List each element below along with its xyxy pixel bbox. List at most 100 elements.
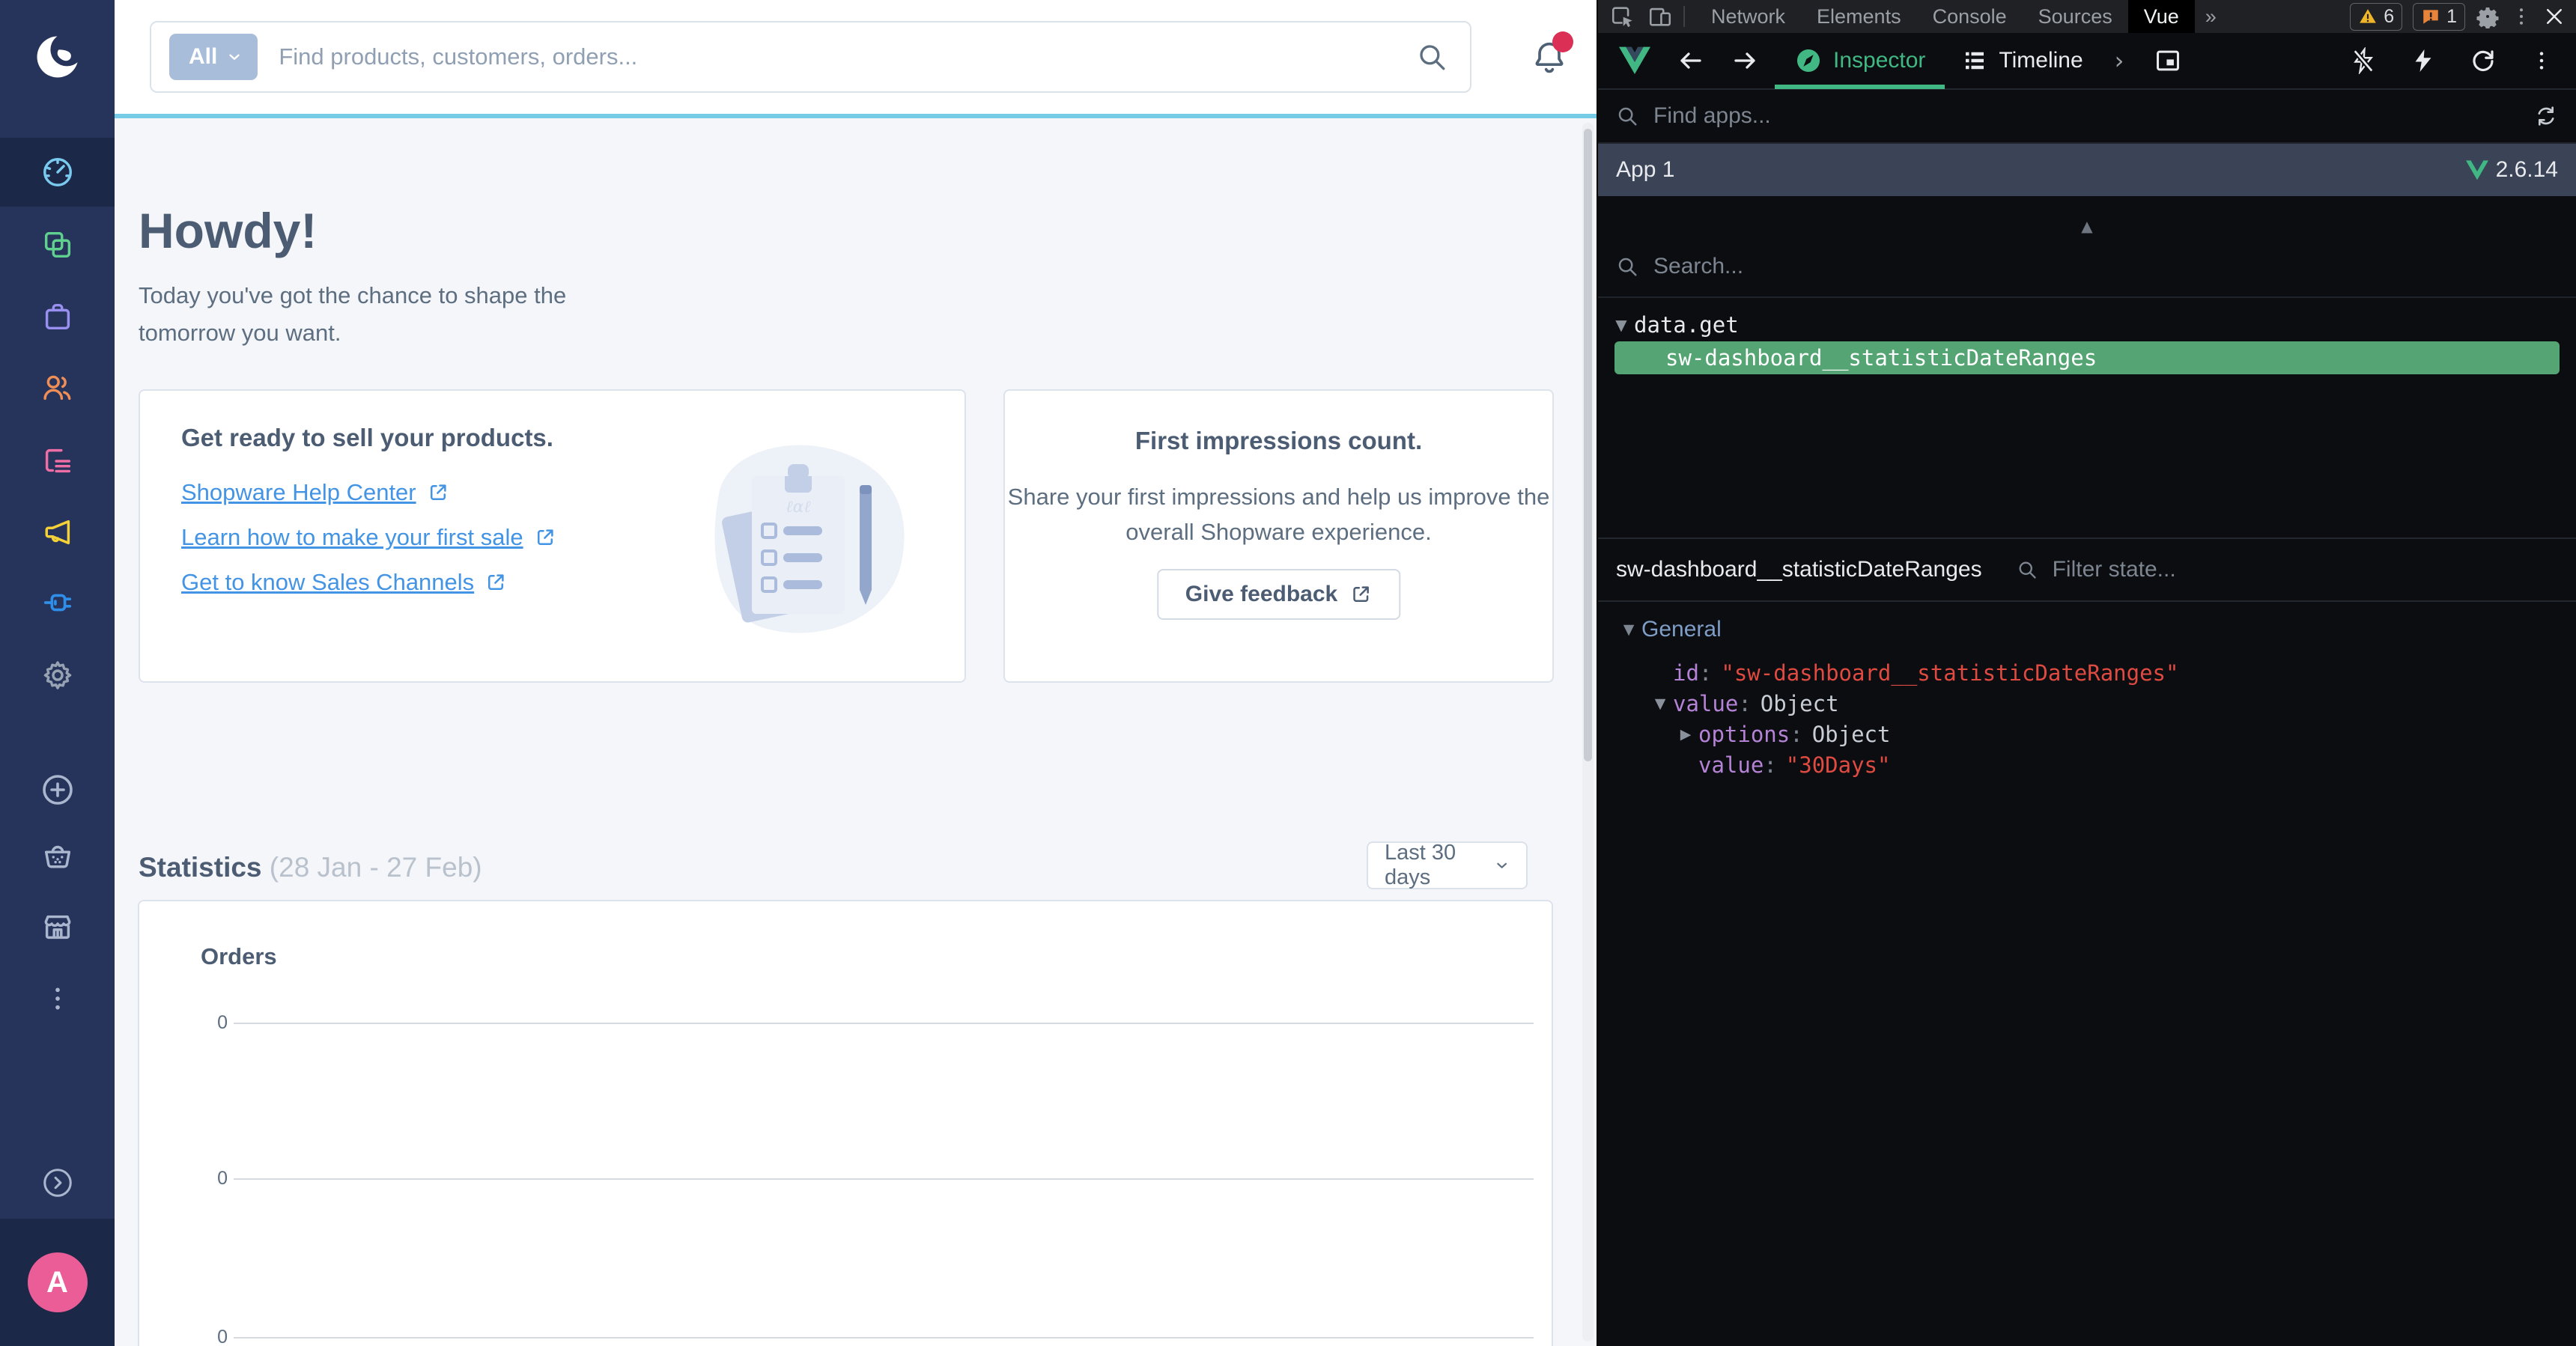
sidebar-item-content[interactable] <box>0 427 115 496</box>
scrollbar-track[interactable] <box>1582 123 1594 1342</box>
close-icon[interactable] <box>2543 5 2566 28</box>
settings-gear-icon[interactable] <box>2476 4 2500 28</box>
search-icon[interactable] <box>1416 41 1448 73</box>
search-icon <box>1618 107 1637 126</box>
device-toolbar-icon[interactable] <box>1647 4 1673 29</box>
timeline-icon <box>1966 52 1984 70</box>
devtools-panel: Network Elements Console Sources Vue » 6… <box>1597 0 2576 1346</box>
entry-separator: : <box>1764 752 1777 778</box>
sidebar: A <box>0 0 115 1346</box>
tree-item-selected[interactable]: sw-dashboard__statisticDateRanges <box>1614 341 2560 374</box>
statistics-title: Statistics (28 Jan - 27 Feb) <box>139 852 482 883</box>
card-feedback-title: First impressions count. <box>1134 427 1423 454</box>
intro-line-2: tomorrow you want. <box>139 320 341 346</box>
more-tabs-chevron[interactable]: › <box>2115 46 2124 75</box>
entry-separator: : <box>1698 660 1713 686</box>
give-feedback-button[interactable]: Give feedback <box>1156 569 1401 620</box>
orders-icon <box>45 303 70 330</box>
inspector-search-row <box>1598 237 2576 298</box>
lightning-icon[interactable] <box>2410 47 2437 74</box>
state-entry-id[interactable]: id: "sw-dashboard__statisticDateRanges" <box>1598 657 2576 688</box>
collapse-arrow[interactable]: ▼ <box>1609 316 1634 334</box>
global-search: All <box>150 21 1471 93</box>
orders-chart-card: Orders 0 0 0 <box>138 900 1553 1346</box>
feedback-line-2: overall Shopware experience. <box>1126 519 1432 545</box>
state-entry-options[interactable]: ▶ options: Object <box>1598 719 2576 749</box>
tree-group-label: data.get <box>1634 312 1739 338</box>
filter-state-input[interactable] <box>2052 557 2558 582</box>
sidebar-item-extensions[interactable] <box>0 568 115 637</box>
panel-position-icon[interactable] <box>2154 46 2182 75</box>
devtools-actions: 6 1 <box>2350 2 2566 31</box>
customers-icon <box>43 375 70 401</box>
search-input[interactable] <box>279 43 1416 70</box>
tree-group-data-get[interactable]: ▼ data.get <box>1598 310 2576 340</box>
scroll-up-indicator[interactable]: ▲ <box>1598 216 2576 237</box>
more-tabs-chevron[interactable]: » <box>2195 5 2227 28</box>
inspect-element-icon[interactable] <box>1610 4 1635 29</box>
notifications-button[interactable] <box>1530 31 1573 76</box>
card-get-ready-title: Get ready to sell your products. <box>181 424 553 451</box>
tab-timeline[interactable]: Timeline <box>1961 32 2083 89</box>
sidebar-item-dashboard[interactable] <box>0 138 115 207</box>
sidebar-item-shop[interactable] <box>0 821 115 890</box>
state-entry-value[interactable]: ▼ value: Object <box>1598 688 2576 719</box>
chart-gridline <box>234 1178 1534 1180</box>
sidebar-item-add-new[interactable] <box>0 755 115 824</box>
search-filter-chip[interactable]: All <box>169 34 258 80</box>
card-feedback: First impressions count. Share your firs… <box>1003 389 1554 683</box>
shopware-logo[interactable] <box>0 0 115 114</box>
tab-network[interactable]: Network <box>1695 0 1801 33</box>
tab-inspector[interactable]: Inspector <box>1774 32 1945 89</box>
entry-key: value <box>1698 752 1764 778</box>
user-section: A <box>0 1219 115 1346</box>
expand-arrow[interactable]: ▼ <box>1647 695 1673 712</box>
chevron-down-icon <box>1496 862 1507 868</box>
sidebar-item-help[interactable] <box>0 1148 115 1217</box>
tree-item-label: sw-dashboard__statisticDateRanges <box>1665 345 2097 371</box>
tab-console[interactable]: Console <box>1917 0 2023 33</box>
kebab-menu-icon[interactable] <box>2510 5 2533 28</box>
kebab-menu-icon[interactable] <box>2530 49 2554 73</box>
avatar[interactable]: A <box>27 1252 88 1312</box>
link-label: Learn how to make your first sale <box>181 524 523 550</box>
plus-circle-icon <box>42 775 73 805</box>
back-arrow-icon[interactable] <box>1677 47 1704 74</box>
sidebar-item-orders[interactable] <box>0 282 115 351</box>
forward-arrow-icon[interactable] <box>1731 47 1758 74</box>
sidebar-item-more[interactable] <box>0 964 115 1033</box>
link-sales-channels[interactable]: Get to know Sales Channels <box>181 569 507 596</box>
sidebar-item-settings[interactable] <box>0 641 115 710</box>
collapse-arrow[interactable]: ▼ <box>1616 621 1641 638</box>
app-row[interactable]: App 1 2.6.14 <box>1598 144 2576 196</box>
expand-arrow[interactable]: ▶ <box>1673 726 1698 743</box>
search-icon <box>1618 258 1637 276</box>
date-range-select[interactable]: Last 30 days <box>1367 841 1528 889</box>
topbar: All <box>115 0 1597 114</box>
link-help-center[interactable]: Shopware Help Center <box>181 479 449 506</box>
issue-bubble-icon <box>2423 10 2438 24</box>
refresh-icon[interactable] <box>2470 47 2497 74</box>
tab-elements[interactable]: Elements <box>1801 0 1917 33</box>
sidebar-item-catalogues[interactable] <box>0 210 115 279</box>
catalogues-icon <box>44 231 70 258</box>
lightning-off-icon[interactable] <box>2350 47 2377 74</box>
scrollbar-thumb[interactable] <box>1584 129 1592 761</box>
sidebar-item-storefront[interactable] <box>0 892 115 961</box>
statistics-header: Statistics (28 Jan - 27 Feb) Last 30 day… <box>139 841 1554 894</box>
find-apps-input[interactable] <box>1653 103 2534 129</box>
section-general[interactable]: ▼ General <box>1598 614 2576 645</box>
issues-badge[interactable]: 1 <box>2413 2 2465 31</box>
warnings-badge[interactable]: 6 <box>2350 2 2403 31</box>
tab-vue[interactable]: Vue <box>2127 0 2195 33</box>
state-entry-inner-value[interactable]: value: "30Days" <box>1598 749 2576 780</box>
link-first-sale[interactable]: Learn how to make your first sale <box>181 524 556 551</box>
inspector-search-input[interactable] <box>1653 254 2558 279</box>
entry-key: options <box>1698 721 1790 747</box>
chevron-down-icon <box>229 54 240 60</box>
tab-sources[interactable]: Sources <box>2023 0 2128 33</box>
refresh-apps-icon[interactable] <box>2534 104 2558 128</box>
vue-toolbar-actions <box>2350 47 2554 74</box>
sidebar-item-customers[interactable] <box>0 353 115 422</box>
sidebar-item-marketing[interactable] <box>0 498 115 567</box>
